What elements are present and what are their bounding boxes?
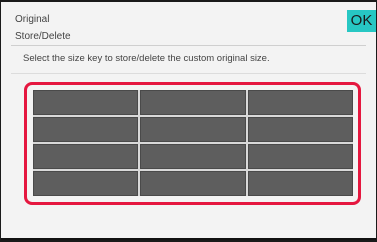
header: Original Store/Delete OK — [1, 2, 376, 46]
size-key-2[interactable] — [140, 90, 246, 115]
original-store-delete-screen: Original Store/Delete OK Select the size… — [1, 2, 376, 240]
size-key-7[interactable] — [33, 144, 139, 169]
size-key-1[interactable] — [33, 90, 139, 115]
instruction-text: Select the size key to store/delete the … — [23, 53, 270, 64]
size-key-5[interactable] — [140, 117, 246, 142]
size-key-8[interactable] — [140, 144, 246, 169]
size-key-12[interactable] — [247, 171, 353, 196]
page-subtitle: Store/Delete — [15, 31, 71, 42]
size-key-9[interactable] — [247, 144, 353, 169]
content-divider — [11, 73, 366, 74]
header-divider — [11, 45, 366, 46]
size-key-grid — [33, 90, 353, 196]
size-key-4[interactable] — [33, 117, 139, 142]
screen-bottom-edge — [1, 238, 376, 240]
size-key-10[interactable] — [33, 171, 139, 196]
size-key-6[interactable] — [247, 117, 353, 142]
size-key-11[interactable] — [140, 171, 246, 196]
size-key-3[interactable] — [247, 90, 353, 115]
page-title: Original — [15, 14, 50, 25]
ok-button[interactable]: OK — [347, 10, 376, 32]
